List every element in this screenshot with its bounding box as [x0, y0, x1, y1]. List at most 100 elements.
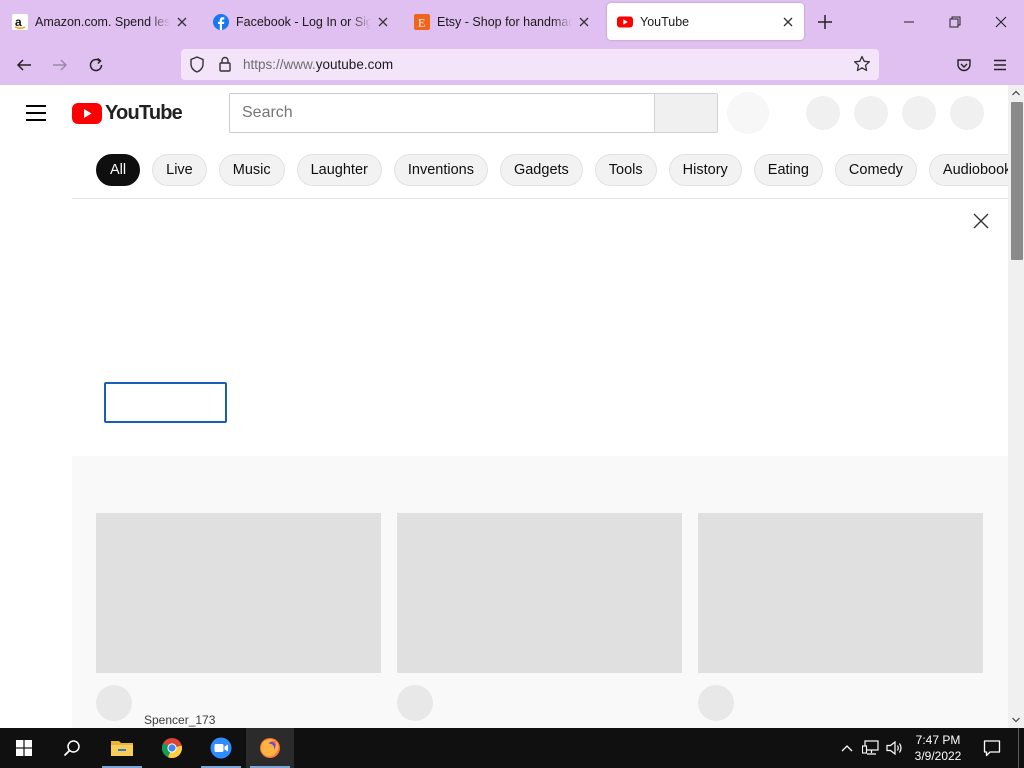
- header-icon-placeholder[interactable]: [950, 96, 984, 130]
- channel-avatar-placeholder[interactable]: [397, 685, 433, 721]
- taskbar-chrome[interactable]: [148, 728, 196, 768]
- taskbar-zoom[interactable]: [197, 728, 245, 768]
- system-clock[interactable]: 7:47 PM 3/9/2022: [902, 732, 974, 764]
- close-icon: [973, 213, 989, 229]
- chip-all[interactable]: All: [96, 154, 141, 186]
- chip-music[interactable]: Music: [218, 154, 285, 186]
- app-menu-button[interactable]: [988, 53, 1012, 77]
- tab-title: YouTube: [640, 14, 690, 29]
- reload-icon: [89, 57, 103, 72]
- minimize-icon: [904, 21, 914, 23]
- url-prefix: https://www.: [243, 57, 316, 72]
- channel-avatar-placeholder[interactable]: [698, 685, 734, 721]
- chip-audiobooks[interactable]: Audiobooks: [928, 154, 1008, 186]
- youtube-play-logo-icon: [72, 103, 102, 124]
- bookmark-star-icon[interactable]: [853, 55, 871, 78]
- close-tab-icon[interactable]: [375, 14, 391, 30]
- tab-title: Amazon.com. Spend less. Smile more.: [35, 14, 170, 29]
- tab-title: Etsy - Shop for handmade, vintage: [437, 14, 572, 29]
- chip-live[interactable]: Live: [152, 154, 207, 186]
- forward-button[interactable]: [48, 53, 72, 77]
- svg-text:E: E: [418, 15, 425, 29]
- youtube-wordmark: YouTube: [105, 102, 183, 124]
- tab-etsy[interactable]: E Etsy - Shop for handmade, vintage: [404, 3, 600, 40]
- chip-gadgets[interactable]: Gadgets: [499, 154, 583, 186]
- chip-history[interactable]: History: [668, 154, 742, 186]
- close-tab-icon[interactable]: [576, 14, 592, 30]
- plus-icon: [818, 15, 832, 29]
- file-explorer-icon: [111, 741, 133, 756]
- voice-search-button-placeholder[interactable]: [727, 92, 769, 134]
- focused-placeholder-button[interactable]: [104, 382, 227, 423]
- chip-comedy[interactable]: Comedy: [834, 154, 917, 186]
- lock-icon[interactable]: [218, 56, 232, 77]
- restore-icon: [949, 16, 961, 28]
- channel-avatar-placeholder[interactable]: [96, 685, 132, 721]
- video-feed: Spencer_173: [72, 456, 1008, 728]
- clock-time: 7:47 PM: [915, 733, 961, 747]
- url-text[interactable]: https://www.youtube.com: [243, 57, 393, 72]
- back-button[interactable]: [12, 53, 36, 77]
- show-hidden-icons-button[interactable]: [838, 728, 856, 768]
- notification-icon: [983, 740, 1001, 757]
- header-icon-placeholder[interactable]: [806, 96, 840, 130]
- channel-name[interactable]: Spencer_173: [144, 713, 215, 727]
- scroll-up-arrow-icon[interactable]: [1008, 85, 1024, 101]
- video-thumbnail-placeholder[interactable]: [96, 513, 381, 673]
- tab-amazon[interactable]: a Amazon.com. Spend less. Smile more.: [2, 3, 198, 40]
- chip-tools[interactable]: Tools: [594, 154, 657, 186]
- youtube-logo[interactable]: YouTube: [72, 102, 183, 125]
- close-window-button[interactable]: [991, 12, 1011, 32]
- header-icon-placeholder[interactable]: [854, 96, 888, 130]
- start-button[interactable]: [0, 728, 48, 768]
- hamburger-menu-icon: [994, 59, 1006, 71]
- pocket-icon: [957, 59, 971, 72]
- search-box[interactable]: [229, 93, 655, 133]
- video-thumbnail-placeholder[interactable]: [397, 513, 682, 673]
- taskbar-firefox[interactable]: [246, 728, 294, 768]
- etsy-icon: E: [414, 13, 430, 30]
- browser-navigation-bar: https://www.youtube.com: [0, 44, 1024, 85]
- chrome-icon: [161, 738, 183, 759]
- header-icon-placeholder[interactable]: [902, 96, 936, 130]
- tab-youtube[interactable]: YouTube: [607, 3, 804, 40]
- search-button[interactable]: [48, 728, 96, 768]
- youtube-icon: [617, 14, 633, 30]
- video-thumbnail-placeholder[interactable]: [698, 513, 983, 673]
- forward-arrow-icon: [53, 59, 68, 71]
- windows-taskbar: 7:47 PM 3/9/2022: [0, 728, 1024, 768]
- chip-eating[interactable]: Eating: [753, 154, 823, 186]
- action-center-button[interactable]: [980, 728, 1004, 768]
- scrollbar-thumb[interactable]: [1011, 102, 1023, 260]
- firefox-icon: [260, 738, 280, 758]
- taskbar-file-explorer[interactable]: [98, 728, 146, 768]
- search-input[interactable]: [230, 94, 655, 132]
- close-tab-icon[interactable]: [780, 14, 796, 30]
- chip-inventions[interactable]: Inventions: [393, 154, 488, 186]
- new-tab-button[interactable]: [815, 12, 835, 32]
- search-icon: [63, 740, 80, 757]
- search-button[interactable]: [654, 93, 718, 133]
- dismiss-banner-button[interactable]: [971, 211, 991, 231]
- page-scrollbar[interactable]: [1008, 85, 1024, 728]
- amazon-icon: a: [12, 13, 28, 30]
- scroll-down-arrow-icon[interactable]: [1008, 712, 1024, 728]
- minimize-button[interactable]: [899, 12, 919, 32]
- show-desktop-divider[interactable]: [1018, 728, 1019, 768]
- close-tab-icon[interactable]: [174, 14, 190, 30]
- divider: [72, 198, 1008, 199]
- pocket-button[interactable]: [952, 53, 976, 77]
- chip-laughter[interactable]: Laughter: [296, 154, 382, 186]
- address-bar[interactable]: https://www.youtube.com: [181, 49, 879, 80]
- reload-button[interactable]: [84, 53, 108, 77]
- guide-menu-icon[interactable]: [26, 105, 46, 121]
- tracking-protection-shield-icon[interactable]: [189, 56, 205, 78]
- network-status[interactable]: [860, 728, 882, 768]
- tab-title: Facebook - Log In or Sign Up: [236, 14, 371, 29]
- tab-facebook[interactable]: Facebook - Log In or Sign Up: [203, 3, 399, 40]
- zoom-icon: [210, 737, 232, 759]
- close-icon: [995, 16, 1007, 28]
- browser-tab-strip: a Amazon.com. Spend less. Smile more. Fa…: [0, 0, 1024, 44]
- youtube-page: YouTube All Live Music Laughter Inventions Ga…: [0, 85, 1008, 728]
- restore-button[interactable]: [945, 12, 965, 32]
